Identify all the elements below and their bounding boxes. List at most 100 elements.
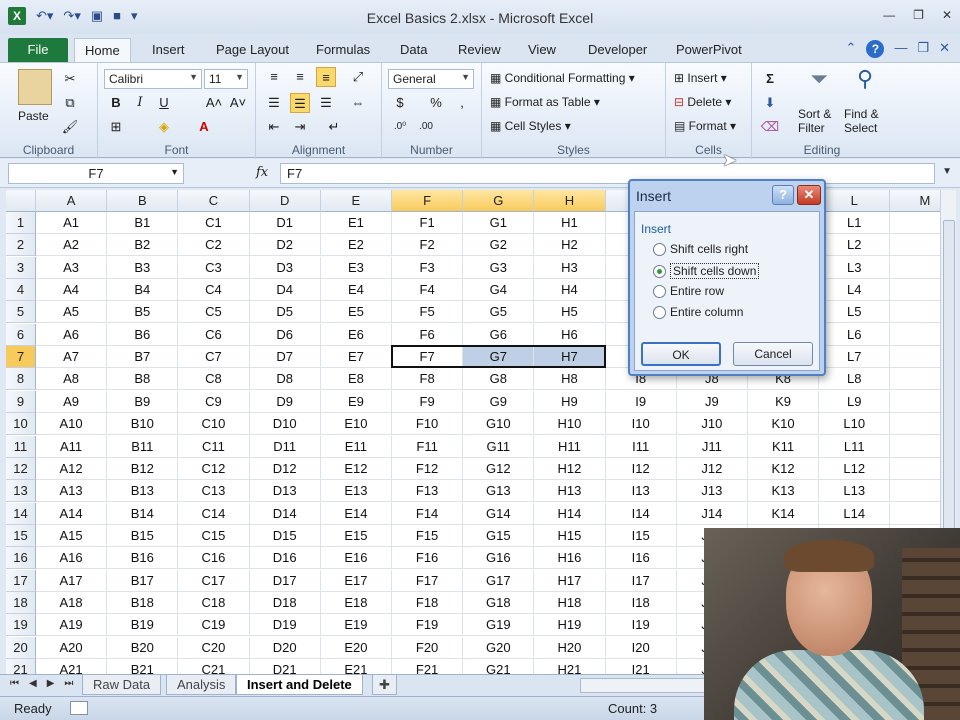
cell-c16[interactable]: C16 bbox=[178, 547, 250, 570]
cell-e12[interactable]: E12 bbox=[320, 457, 392, 480]
radio-shift-cells-right[interactable]: Shift cells right bbox=[653, 242, 748, 256]
increase-indent-icon[interactable]: ⇥ bbox=[290, 117, 310, 137]
cell-a21[interactable]: A21 bbox=[36, 659, 108, 674]
cell-e4[interactable]: E4 bbox=[320, 279, 392, 302]
cell-a11[interactable]: A11 bbox=[36, 435, 108, 458]
cell-k14[interactable]: K14 bbox=[748, 502, 820, 525]
cell-f5[interactable]: F5 bbox=[392, 301, 464, 324]
align-center-icon[interactable]: ☰ bbox=[290, 93, 310, 113]
expand-formula-bar-icon[interactable]: ▼ bbox=[942, 166, 952, 177]
tab-review[interactable]: Review bbox=[448, 38, 511, 62]
cell-c12[interactable]: C12 bbox=[178, 457, 250, 480]
cell-b18[interactable]: B18 bbox=[107, 591, 179, 614]
column-header-d[interactable]: D bbox=[249, 190, 321, 212]
cell-l6[interactable]: L6 bbox=[819, 323, 891, 346]
cell-d20[interactable]: D20 bbox=[249, 636, 321, 659]
merge-center-icon[interactable]: ⇔ bbox=[348, 93, 368, 113]
cell-k13[interactable]: K13 bbox=[748, 480, 820, 503]
cell-e18[interactable]: E18 bbox=[320, 591, 392, 614]
cell-i14[interactable]: I14 bbox=[605, 502, 677, 525]
cancel-button[interactable]: Cancel bbox=[733, 342, 813, 366]
cell-j9[interactable]: J9 bbox=[676, 390, 748, 413]
cell-e11[interactable]: E11 bbox=[320, 435, 392, 458]
cell-e16[interactable]: E16 bbox=[320, 547, 392, 570]
cell-d15[interactable]: D15 bbox=[249, 524, 321, 547]
cell-g16[interactable]: G16 bbox=[463, 547, 535, 570]
cell-b6[interactable]: B6 bbox=[107, 323, 179, 346]
cell-d2[interactable]: D2 bbox=[249, 234, 321, 257]
workbook-minimize-icon[interactable]: — bbox=[894, 40, 907, 58]
cell-d19[interactable]: D19 bbox=[249, 614, 321, 637]
row-header-2[interactable]: 2 bbox=[6, 234, 36, 257]
cell-g8[interactable]: G8 bbox=[463, 368, 535, 391]
cell-a8[interactable]: A8 bbox=[36, 368, 108, 391]
cell-e2[interactable]: E2 bbox=[320, 234, 392, 257]
cell-m13[interactable] bbox=[890, 480, 940, 503]
cell-i18[interactable]: I18 bbox=[605, 591, 677, 614]
cell-a5[interactable]: A5 bbox=[36, 301, 108, 324]
help-icon[interactable]: ? bbox=[866, 40, 885, 58]
row-header-15[interactable]: 15 bbox=[6, 524, 36, 547]
find-select-icon[interactable]: ⚲ bbox=[850, 68, 880, 99]
cell-c19[interactable]: C19 bbox=[178, 614, 250, 637]
cell-f8[interactable]: F8 bbox=[392, 368, 464, 391]
shrink-font-icon[interactable]: A˅ bbox=[228, 93, 248, 113]
cell-c21[interactable]: C21 bbox=[178, 659, 250, 674]
cell-h3[interactable]: H3 bbox=[534, 256, 606, 279]
minimize-icon[interactable]: — bbox=[883, 8, 895, 22]
cell-i19[interactable]: I19 bbox=[605, 614, 677, 637]
sort-label[interactable]: Sort & bbox=[798, 107, 831, 121]
decrease-decimal-icon[interactable]: .00 bbox=[416, 117, 436, 137]
macro-record-icon[interactable] bbox=[70, 701, 88, 715]
cell-m6[interactable] bbox=[890, 324, 940, 346]
cell-m14[interactable] bbox=[890, 503, 940, 525]
cell-a3[interactable]: A3 bbox=[36, 256, 108, 279]
cell-d13[interactable]: D13 bbox=[249, 480, 321, 503]
cell-a18[interactable]: A18 bbox=[36, 591, 108, 614]
cell-m9[interactable] bbox=[890, 391, 940, 413]
name-box[interactable]: F7 ▼ bbox=[8, 163, 184, 184]
column-header-b[interactable]: B bbox=[107, 190, 179, 212]
cell-e15[interactable]: E15 bbox=[320, 524, 392, 547]
cell-a6[interactable]: A6 bbox=[36, 323, 108, 346]
cell-j13[interactable]: J13 bbox=[676, 480, 748, 503]
italic-icon[interactable]: I bbox=[130, 93, 150, 113]
cell-h20[interactable]: H20 bbox=[534, 636, 606, 659]
cell-e19[interactable]: E19 bbox=[320, 614, 392, 637]
cell-f7[interactable]: F7 bbox=[392, 346, 464, 369]
cell-g5[interactable]: G5 bbox=[463, 301, 535, 324]
cell-m5[interactable] bbox=[890, 301, 940, 324]
cell-i16[interactable]: I16 bbox=[605, 547, 677, 570]
cell-k10[interactable]: K10 bbox=[748, 413, 820, 436]
tab-view[interactable]: View bbox=[518, 38, 566, 62]
cell-b4[interactable]: B4 bbox=[107, 279, 179, 302]
cell-e10[interactable]: E10 bbox=[320, 413, 392, 436]
cell-e3[interactable]: E3 bbox=[320, 256, 392, 279]
cell-h8[interactable]: H8 bbox=[534, 368, 606, 391]
cell-i21[interactable]: I21 bbox=[606, 659, 677, 674]
workbook-close-icon[interactable]: ✕ bbox=[939, 40, 950, 58]
cell-a17[interactable]: A17 bbox=[36, 569, 108, 592]
row-header-10[interactable]: 10 bbox=[6, 413, 36, 436]
cell-e6[interactable]: E6 bbox=[320, 323, 392, 346]
cell-d4[interactable]: D4 bbox=[249, 279, 321, 302]
cell-b8[interactable]: B8 bbox=[107, 368, 179, 391]
cell-f2[interactable]: F2 bbox=[392, 234, 464, 257]
row-header-20[interactable]: 20 bbox=[6, 636, 36, 659]
cell-g3[interactable]: G3 bbox=[463, 256, 535, 279]
cell-h13[interactable]: H13 bbox=[534, 480, 606, 503]
cell-a2[interactable]: A2 bbox=[36, 234, 108, 257]
cell-a20[interactable]: A20 bbox=[36, 636, 108, 659]
fill-icon[interactable]: ⬇ bbox=[760, 93, 780, 113]
next-sheet-icon[interactable]: ▶ bbox=[47, 678, 55, 689]
cell-f1[interactable]: F1 bbox=[392, 212, 464, 234]
row-header-13[interactable]: 13 bbox=[6, 480, 36, 503]
font-color-icon[interactable]: A bbox=[194, 117, 214, 137]
cell-b20[interactable]: B20 bbox=[107, 636, 179, 659]
cell-h2[interactable]: H2 bbox=[534, 234, 606, 257]
cell-b2[interactable]: B2 bbox=[107, 234, 179, 257]
cell-c3[interactable]: C3 bbox=[178, 256, 250, 279]
cell-l4[interactable]: L4 bbox=[819, 279, 891, 302]
cell-b13[interactable]: B13 bbox=[107, 480, 179, 503]
wrap-text-icon[interactable]: ↵ bbox=[324, 117, 344, 137]
